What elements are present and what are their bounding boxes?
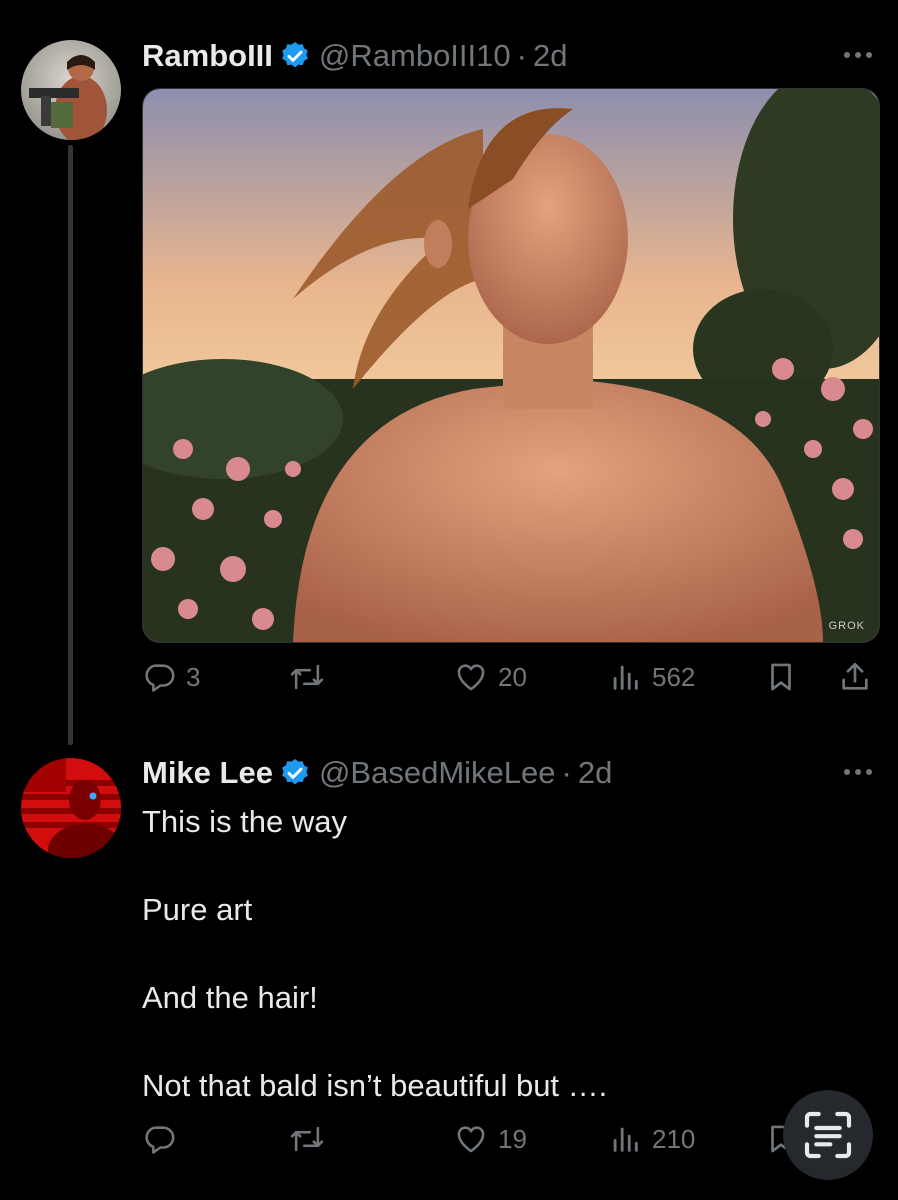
retweet-icon bbox=[290, 664, 324, 690]
tweet2-header: Mike Lee @BasedMikeLee · 2d bbox=[142, 755, 612, 791]
tweet2-line: Not that bald isn’t beautiful but …. bbox=[142, 1068, 608, 1103]
thread-line bbox=[68, 145, 73, 745]
tweet2-line: Pure art bbox=[142, 892, 253, 927]
reply-button[interactable]: 3 bbox=[142, 660, 200, 694]
reply-icon bbox=[145, 664, 175, 692]
views-count: 210 bbox=[652, 1123, 696, 1154]
like-count: 20 bbox=[498, 661, 527, 692]
views-button[interactable]: 562 bbox=[608, 660, 695, 694]
more-icon[interactable] bbox=[844, 769, 872, 775]
tweet1-header: RamboIII @RamboIII10 · 2d bbox=[142, 38, 567, 74]
tweet1-actions: 3 20 562 bbox=[142, 660, 878, 704]
retweet-button[interactable] bbox=[288, 660, 336, 694]
like-icon bbox=[457, 664, 485, 691]
separator: · bbox=[561, 755, 572, 790]
bookmark-icon bbox=[771, 663, 791, 691]
tweet1-timestamp[interactable]: 2d bbox=[533, 38, 567, 74]
views-icon bbox=[613, 665, 638, 690]
tweet2-line: This is the way bbox=[142, 804, 348, 839]
like-button[interactable]: 20 bbox=[454, 660, 527, 694]
like-icon bbox=[457, 1126, 485, 1153]
views-count: 562 bbox=[652, 661, 696, 692]
grok-watermark: GROK bbox=[828, 620, 865, 632]
reader-button[interactable] bbox=[783, 1090, 873, 1180]
tweet2-timestamp[interactable]: 2d bbox=[578, 755, 612, 791]
retweet-button[interactable] bbox=[288, 1122, 336, 1156]
reply-button[interactable] bbox=[142, 1122, 186, 1156]
tweet2-actions: 19 210 bbox=[142, 1122, 878, 1166]
like-count: 19 bbox=[498, 1123, 527, 1154]
verified-icon bbox=[279, 40, 311, 72]
more-icon[interactable] bbox=[844, 52, 872, 58]
verified-icon bbox=[279, 757, 311, 789]
share-button[interactable] bbox=[838, 660, 872, 694]
tweet2-author-name[interactable]: Mike Lee bbox=[142, 755, 273, 791]
tweet2-body: This is the way Pure art And the hair! N… bbox=[142, 800, 607, 1108]
avatar-ramboiii[interactable] bbox=[21, 40, 121, 140]
tweet1-author-name[interactable]: RamboIII bbox=[142, 38, 273, 74]
retweet-icon bbox=[290, 1126, 324, 1152]
tweet2-line: And the hair! bbox=[142, 980, 318, 1015]
views-button[interactable]: 210 bbox=[608, 1122, 695, 1156]
reply-icon bbox=[145, 1126, 175, 1154]
views-icon bbox=[613, 1127, 638, 1152]
avatar-mikelee[interactable] bbox=[21, 758, 121, 858]
separator: · bbox=[516, 38, 527, 73]
bookmark-button[interactable] bbox=[764, 660, 798, 694]
share-icon bbox=[842, 662, 868, 690]
tweet1-handle[interactable]: @RamboIII10 bbox=[319, 38, 511, 74]
like-button[interactable]: 19 bbox=[454, 1122, 527, 1156]
tweet2-handle[interactable]: @BasedMikeLee bbox=[319, 755, 556, 791]
tweet1-image[interactable]: GROK bbox=[142, 88, 880, 643]
reply-count: 3 bbox=[186, 661, 201, 692]
reader-icon bbox=[804, 1111, 852, 1159]
